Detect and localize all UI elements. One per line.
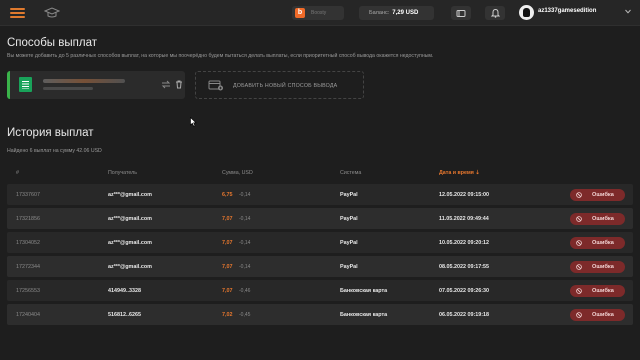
column-amount[interactable]: Сумма, USD (222, 170, 253, 176)
datetime: 07.05.2022 09:26:30 (439, 288, 490, 294)
spreadsheet-icon (19, 77, 32, 92)
balance-display[interactable]: Баланс: 7,29 USD (359, 6, 434, 20)
fee: -0,14 (239, 216, 251, 222)
graduation-cap-icon[interactable] (43, 7, 61, 19)
reorder-icon[interactable] (161, 80, 171, 89)
datetime: 12.05.2022 09:15:00 (439, 192, 490, 198)
payment-system: PayPal (340, 264, 358, 270)
payment-system: Банковская карта (340, 288, 388, 294)
amount: 7,07 (222, 240, 233, 246)
table-header: # Получатель Сумма, USD Система Дата и в… (7, 170, 633, 179)
table-row[interactable]: 17321856 az***@gmail.com 7,07 -0,14 PayPal 11… (7, 208, 633, 229)
recipient: az***@gmail.com (108, 240, 152, 246)
blurred-method-details (43, 87, 93, 90)
recipient: az***@gmail.com (108, 216, 152, 222)
payment-system: Банковская карта (340, 312, 388, 318)
top-bar: b Boosty Баланс: 7,29 USD az1337gamesedit… (0, 0, 640, 26)
status-label: Ошибка (592, 192, 614, 198)
payout-id: 17337607 (16, 192, 40, 198)
status-label: Ошибка (592, 288, 614, 294)
boosty-label: Boosty (311, 10, 327, 16)
bell-icon (490, 8, 500, 18)
amount: 7,07 (222, 216, 233, 222)
chevron-down-icon[interactable] (625, 9, 631, 14)
status-badge[interactable]: Ошибка (570, 285, 625, 297)
mouse-cursor-icon (190, 117, 197, 127)
status-label: Ошибка (592, 240, 614, 246)
blurred-method-name (43, 79, 125, 83)
username[interactable]: az1337gamesedition (538, 8, 596, 14)
amount: 7,02 (222, 312, 233, 318)
column-id[interactable]: # (16, 170, 19, 176)
status-badge[interactable]: Ошибка (570, 309, 625, 321)
add-payout-method-button[interactable]: ДОБАВИТЬ НОВЫЙ СПОСОБ ВЫВОДА (195, 71, 364, 99)
table-row[interactable]: 17240404 516812..6265 7,02 -0,45 Банковская … (7, 304, 633, 325)
payout-id: 17304052 (16, 240, 40, 246)
prohibited-icon (576, 264, 582, 270)
prohibited-icon (576, 240, 582, 246)
boosty-logo-icon: b (295, 8, 305, 18)
table-row[interactable]: 17256553 414949..3328 7,07 -0,46 Банковская … (7, 280, 633, 301)
datetime: 10.05.2022 09:20:12 (439, 240, 490, 246)
balance-value: 7,29 USD (392, 10, 419, 16)
status-label: Ошибка (592, 312, 614, 318)
priority-bar (7, 71, 10, 99)
wallet-icon (456, 9, 466, 17)
avatar[interactable] (519, 5, 534, 20)
prohibited-icon (576, 312, 582, 318)
column-datetime-sorted[interactable]: Дата и время ⇣ (439, 170, 480, 176)
fee: -0,45 (239, 312, 251, 318)
notifications-button[interactable] (485, 6, 505, 20)
payout-id: 17272344 (16, 264, 40, 270)
amount: 7,07 (222, 264, 233, 270)
history-title: История выплат (7, 127, 94, 139)
column-recipient[interactable]: Получатель (108, 170, 137, 176)
datetime: 11.05.2022 09:49:44 (439, 216, 489, 222)
history-summary: Найдено 6 выплат на сумму 42.06 USD (7, 148, 102, 154)
amount: 7,07 (222, 288, 233, 294)
prohibited-icon (576, 288, 582, 294)
payment-system: PayPal (340, 216, 358, 222)
status-badge[interactable]: Ошибка (570, 261, 625, 273)
balance-label: Баланс: (369, 10, 390, 16)
prohibited-icon (576, 216, 582, 222)
fee: -0,14 (239, 264, 251, 270)
datetime: 06.05.2022 09:19:18 (439, 312, 490, 318)
recipient: az***@gmail.com (108, 264, 152, 270)
payout-id: 17240404 (16, 312, 40, 318)
prohibited-icon (576, 192, 582, 198)
status-badge[interactable]: Ошибка (570, 237, 625, 249)
wallet-button[interactable] (451, 6, 471, 20)
status-label: Ошибка (592, 264, 614, 270)
recipient: 516812..6265 (108, 312, 141, 318)
recipient: 414949..3328 (108, 288, 141, 294)
amount: 6,75 (222, 192, 233, 198)
table-row[interactable]: 17272344 az***@gmail.com 7,07 -0,14 PayPal 08… (7, 256, 633, 277)
payment-system: PayPal (340, 240, 358, 246)
status-badge[interactable]: Ошибка (570, 189, 625, 201)
column-system[interactable]: Система (340, 170, 361, 176)
boosty-button[interactable]: b Boosty (292, 6, 344, 20)
payout-id: 17256553 (16, 288, 40, 294)
methods-title: Способы выплат (7, 37, 97, 49)
table-row[interactable]: 17304052 az***@gmail.com 7,07 -0,14 PayPal 10… (7, 232, 633, 253)
recipient: az***@gmail.com (108, 192, 152, 198)
payout-id: 17321856 (16, 216, 40, 222)
datetime: 08.05.2022 09:17:55 (439, 264, 490, 270)
add-card-icon (208, 80, 223, 91)
payment-system: PayPal (340, 192, 358, 198)
trash-icon[interactable] (175, 80, 183, 89)
table-row[interactable]: 17337607 az***@gmail.com 6,75 -0,14 PayPal 12… (7, 184, 633, 205)
add-method-label: ДОБАВИТЬ НОВЫЙ СПОСОБ ВЫВОДА (233, 83, 338, 89)
status-label: Ошибка (592, 216, 614, 222)
status-badge[interactable]: Ошибка (570, 213, 625, 225)
payout-method-card[interactable] (7, 71, 185, 99)
fee: -0,14 (239, 192, 251, 198)
fee: -0,14 (239, 240, 251, 246)
menu-icon[interactable] (10, 8, 25, 18)
methods-description: Вы можете добавить до 5 различных способ… (7, 53, 434, 59)
fee: -0,46 (239, 288, 251, 294)
